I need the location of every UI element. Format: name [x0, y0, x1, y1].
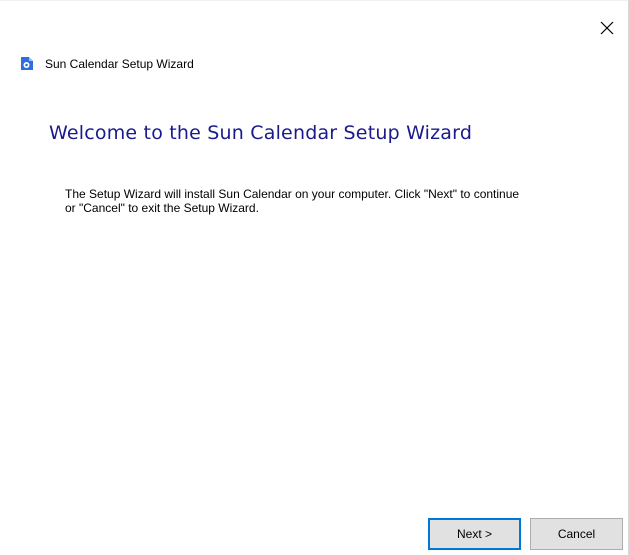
close-icon: [600, 21, 614, 35]
setup-wizard-icon: [21, 57, 33, 70]
setup-wizard-window: Sun Calendar Setup Wizard Welcome to the…: [0, 0, 629, 555]
close-button[interactable]: [594, 15, 620, 41]
description-line-1: The Setup Wizard will install Sun Calend…: [65, 187, 520, 201]
next-button[interactable]: Next >: [428, 518, 521, 550]
title-bar: Sun Calendar Setup Wizard: [18, 55, 194, 72]
window-title: Sun Calendar Setup Wizard: [45, 56, 194, 71]
description-text: The Setup Wizard will install Sun Calend…: [65, 187, 605, 215]
cancel-button[interactable]: Cancel: [530, 518, 623, 550]
description-line-2: or "Cancel" to exit the Setup Wizard.: [65, 201, 259, 215]
page-title: Welcome to the Sun Calendar Setup Wizard: [49, 122, 473, 144]
